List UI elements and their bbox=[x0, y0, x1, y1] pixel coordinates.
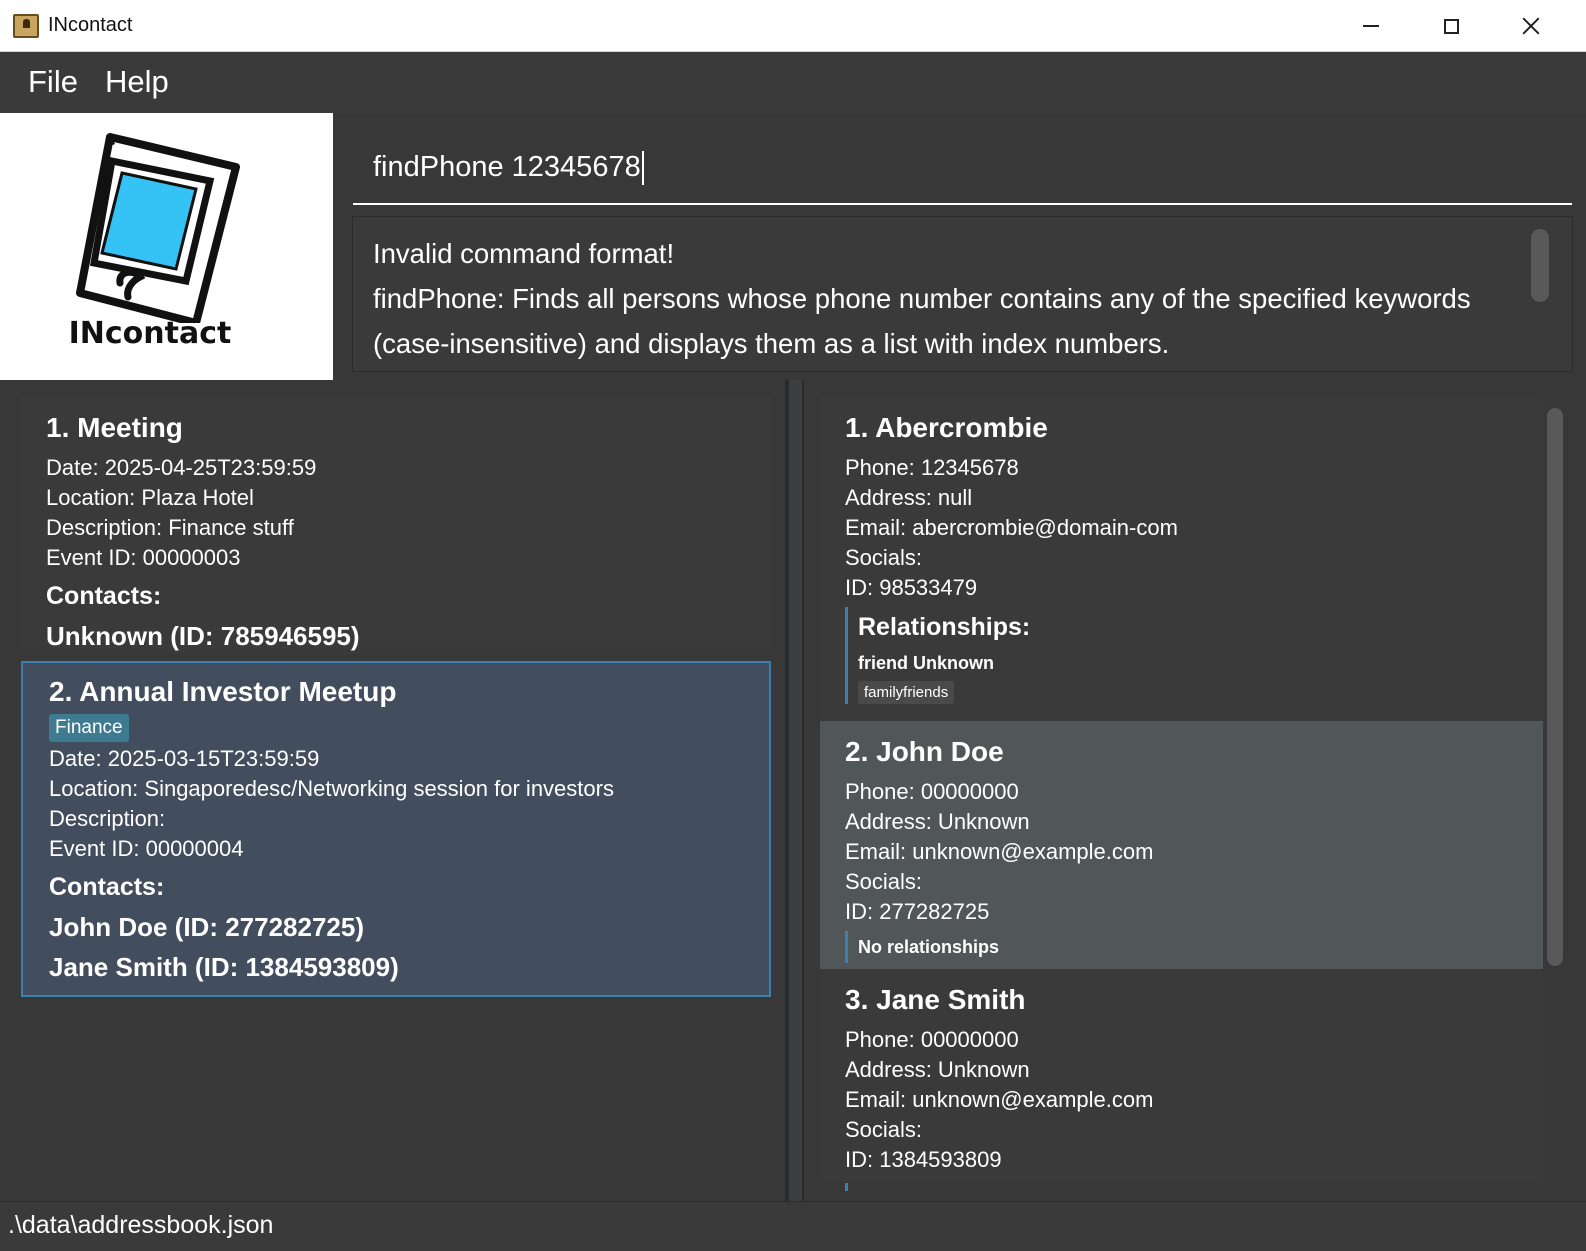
person-card-selected[interactable]: 2. John Doe Phone: 00000000 Address: Unk… bbox=[820, 721, 1543, 969]
event-title: 1. Meeting bbox=[46, 412, 183, 443]
person-socials: Socials: bbox=[845, 1117, 923, 1142]
result-line-2: findPhone: Finds all persons whose phone… bbox=[373, 283, 1471, 359]
person-name: 2. John Doe bbox=[845, 736, 1004, 767]
person-socials: Socials: bbox=[845, 545, 923, 570]
person-phone: Phone: 00000000 bbox=[845, 779, 1019, 804]
close-icon bbox=[1522, 17, 1540, 35]
result-display: Invalid command format! findPhone: Finds… bbox=[352, 216, 1573, 372]
event-location: Location: Singaporedesc/Networking sessi… bbox=[49, 776, 614, 801]
event-description: Description: Finance stuff bbox=[46, 515, 294, 540]
no-relationships-label: No relationships bbox=[858, 937, 1000, 957]
relationships-block: No relationships bbox=[845, 931, 1518, 963]
person-phone: Phone: 00000000 bbox=[845, 1027, 1019, 1052]
command-area: findPhone 12345678 Invalid command forma… bbox=[333, 113, 1586, 380]
event-contacts-heading: Contacts: bbox=[46, 582, 162, 610]
person-socials: Socials: bbox=[845, 869, 923, 894]
minimize-icon bbox=[1363, 25, 1379, 27]
command-text: findPhone 12345678 bbox=[373, 151, 641, 183]
event-tag: Finance bbox=[49, 714, 129, 742]
data-file-path: .\data\addressbook.json bbox=[8, 1211, 274, 1239]
logo-panel: INcontact bbox=[0, 113, 333, 380]
person-name: 1. Abercrombie bbox=[845, 412, 1048, 443]
event-contact: Jane Smith (ID: 1384593809) bbox=[49, 952, 399, 982]
minimize-button[interactable] bbox=[1332, 0, 1410, 52]
event-location: Location: Plaza Hotel bbox=[46, 485, 254, 510]
maximize-button[interactable] bbox=[1412, 0, 1490, 52]
person-email: Email: abercrombie@domain-com bbox=[845, 515, 1178, 540]
text-caret bbox=[641, 151, 644, 186]
person-email: Email: unknown@example.com bbox=[845, 1087, 1154, 1112]
person-card[interactable]: 3. Jane Smith Phone: 00000000 Address: U… bbox=[820, 969, 1543, 1191]
person-address: Address: Unknown bbox=[845, 1057, 1030, 1082]
person-card[interactable]: 1. Abercrombie Phone: 12345678 Address: … bbox=[820, 397, 1543, 721]
event-card-selected[interactable]: 2. Annual Investor Meetup Finance Date: … bbox=[21, 661, 771, 997]
event-contact: John Doe (ID: 277282725) bbox=[49, 912, 365, 942]
close-button[interactable] bbox=[1492, 0, 1570, 52]
title-bar: INcontact bbox=[0, 0, 1586, 52]
person-phone: Phone: 12345678 bbox=[845, 455, 1019, 480]
relationships-block-edge bbox=[845, 1183, 848, 1191]
person-email: Email: unknown@example.com bbox=[845, 839, 1154, 864]
event-id: Event ID: 00000004 bbox=[49, 836, 244, 861]
event-date: Date: 2025-04-25T23:59:59 bbox=[46, 455, 317, 480]
event-description: Description: bbox=[49, 806, 166, 831]
status-bar: .\data\addressbook.json bbox=[0, 1201, 1586, 1251]
relationship-item: friend Unknown bbox=[858, 653, 994, 673]
logo-wordmark: INcontact bbox=[68, 316, 232, 351]
person-name: 3. Jane Smith bbox=[845, 984, 1026, 1015]
phone-logo-icon bbox=[76, 133, 240, 323]
pane-divider[interactable] bbox=[789, 380, 802, 1201]
relationships-block: Relationships: friend Unknown familyfrie… bbox=[845, 607, 1518, 704]
command-box[interactable]: findPhone 12345678 bbox=[353, 127, 1572, 205]
person-address: Address: null bbox=[845, 485, 973, 510]
relationship-tag: familyfriends bbox=[858, 681, 955, 704]
result-line-1: Invalid command format! bbox=[373, 238, 675, 269]
result-scrollbar[interactable] bbox=[1531, 229, 1549, 302]
event-title: 2. Annual Investor Meetup bbox=[49, 676, 397, 707]
person-list-scrollbar[interactable] bbox=[1547, 408, 1563, 966]
relationships-heading: Relationships: bbox=[858, 613, 1031, 641]
event-card[interactable]: 1. Meeting Date: 2025-04-25T23:59:59 Loc… bbox=[21, 397, 771, 654]
person-id: ID: 1384593809 bbox=[845, 1147, 1002, 1172]
person-id: ID: 98533479 bbox=[845, 575, 978, 600]
result-text: Invalid command format! findPhone: Finds… bbox=[373, 231, 1533, 366]
event-contacts-heading: Contacts: bbox=[49, 873, 165, 901]
menu-bar: File Help bbox=[0, 52, 1586, 113]
maximize-icon bbox=[1443, 18, 1459, 34]
person-address: Address: Unknown bbox=[845, 809, 1030, 834]
event-id: Event ID: 00000003 bbox=[46, 545, 241, 570]
menu-help[interactable]: Help bbox=[105, 64, 169, 100]
app-icon bbox=[13, 14, 39, 38]
window-title: INcontact bbox=[48, 14, 133, 36]
menu-file[interactable]: File bbox=[28, 64, 78, 100]
event-date: Date: 2025-03-15T23:59:59 bbox=[49, 746, 320, 771]
command-input[interactable]: findPhone 12345678 bbox=[373, 151, 644, 186]
event-contact: Unknown (ID: 785946595) bbox=[46, 621, 360, 651]
person-id: ID: 277282725 bbox=[845, 899, 990, 924]
logo-text: INcontact bbox=[0, 316, 300, 351]
